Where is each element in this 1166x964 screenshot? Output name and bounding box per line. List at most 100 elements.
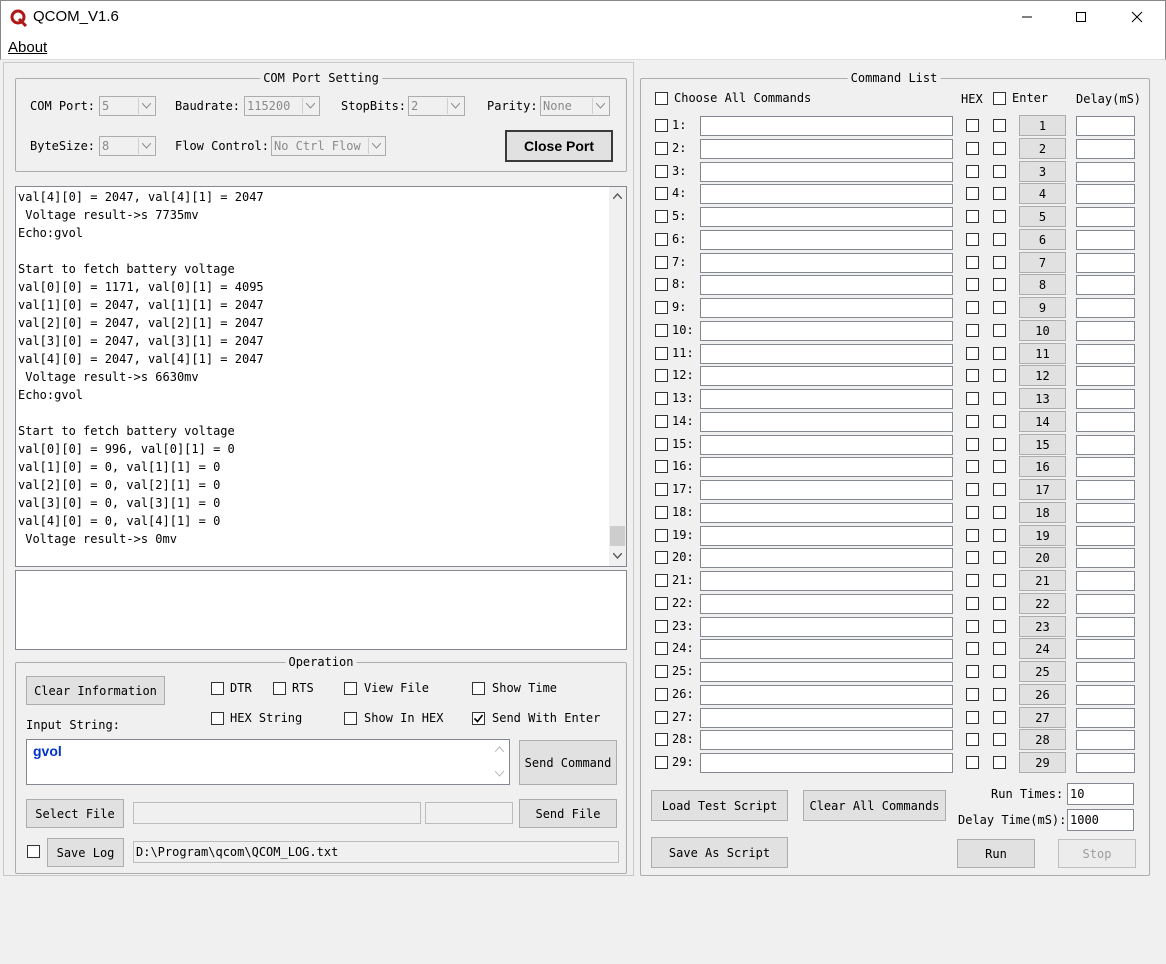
command-input[interactable]	[700, 753, 953, 773]
command-send-button[interactable]: 16	[1019, 456, 1066, 477]
command-enter-checkbox[interactable]	[993, 278, 1006, 291]
select-file-button[interactable]: Select File	[26, 799, 124, 828]
command-delay-input[interactable]	[1076, 526, 1135, 546]
command-row-checkbox[interactable]	[655, 506, 668, 519]
command-row-checkbox[interactable]	[655, 210, 668, 223]
command-input[interactable]	[700, 730, 953, 750]
save-as-script-button[interactable]: Save As Script	[651, 837, 788, 868]
command-enter-checkbox[interactable]	[993, 438, 1006, 451]
command-send-button[interactable]: 7	[1019, 252, 1066, 273]
command-delay-input[interactable]	[1076, 298, 1135, 318]
command-send-button[interactable]: 4	[1019, 183, 1066, 204]
command-input[interactable]	[700, 412, 953, 432]
command-input[interactable]	[700, 480, 953, 500]
command-enter-checkbox[interactable]	[993, 665, 1006, 678]
command-hex-checkbox[interactable]	[966, 551, 979, 564]
command-enter-checkbox[interactable]	[993, 119, 1006, 132]
command-enter-checkbox[interactable]	[993, 369, 1006, 382]
command-enter-checkbox[interactable]	[993, 688, 1006, 701]
scroll-up-icon[interactable]	[495, 746, 504, 752]
clear-all-commands-button[interactable]: Clear All Commands	[803, 790, 946, 821]
command-input[interactable]	[700, 366, 953, 386]
command-hex-checkbox[interactable]	[966, 642, 979, 655]
command-delay-input[interactable]	[1076, 344, 1135, 364]
command-row-checkbox[interactable]	[655, 324, 668, 337]
dtr-checkbox[interactable]	[211, 682, 224, 695]
command-enter-checkbox[interactable]	[993, 165, 1006, 178]
command-enter-checkbox[interactable]	[993, 210, 1006, 223]
command-send-button[interactable]: 15	[1019, 434, 1066, 455]
command-delay-input[interactable]	[1076, 230, 1135, 250]
command-delay-input[interactable]	[1076, 207, 1135, 227]
command-hex-checkbox[interactable]	[966, 347, 979, 360]
command-send-button[interactable]: 25	[1019, 661, 1066, 682]
command-send-button[interactable]: 21	[1019, 570, 1066, 591]
command-enter-checkbox[interactable]	[993, 347, 1006, 360]
command-row-checkbox[interactable]	[655, 165, 668, 178]
command-hex-checkbox[interactable]	[966, 620, 979, 633]
command-row-checkbox[interactable]	[655, 688, 668, 701]
command-row-checkbox[interactable]	[655, 551, 668, 564]
command-enter-checkbox[interactable]	[993, 529, 1006, 542]
command-send-button[interactable]: 22	[1019, 593, 1066, 614]
command-row-checkbox[interactable]	[655, 438, 668, 451]
command-hex-checkbox[interactable]	[966, 278, 979, 291]
command-send-button[interactable]: 14	[1019, 411, 1066, 432]
command-enter-checkbox[interactable]	[993, 506, 1006, 519]
scroll-down-icon[interactable]	[613, 553, 622, 559]
com-port-select[interactable]: 5	[99, 96, 156, 116]
command-send-button[interactable]: 13	[1019, 388, 1066, 409]
command-delay-input[interactable]	[1076, 639, 1135, 659]
show-in-hex-checkbox[interactable]	[344, 712, 357, 725]
enter-all-checkbox[interactable]	[993, 92, 1006, 105]
command-hex-checkbox[interactable]	[966, 187, 979, 200]
command-row-checkbox[interactable]	[655, 187, 668, 200]
command-enter-checkbox[interactable]	[993, 597, 1006, 610]
command-send-button[interactable]: 1	[1019, 115, 1066, 136]
command-hex-checkbox[interactable]	[966, 688, 979, 701]
log-path-field[interactable]: D:\Program\qcom\QCOM_LOG.txt	[133, 841, 619, 863]
command-row-checkbox[interactable]	[655, 278, 668, 291]
command-row-checkbox[interactable]	[655, 142, 668, 155]
scroll-thumb[interactable]	[610, 526, 625, 546]
baudrate-select[interactable]: 115200	[244, 96, 320, 116]
command-send-button[interactable]: 3	[1019, 161, 1066, 182]
command-input[interactable]	[700, 116, 953, 136]
command-delay-input[interactable]	[1076, 162, 1135, 182]
scroll-down-icon[interactable]	[495, 771, 504, 777]
command-enter-checkbox[interactable]	[993, 711, 1006, 724]
command-input[interactable]	[700, 526, 953, 546]
secondary-text-area[interactable]	[15, 570, 627, 650]
command-row-checkbox[interactable]	[655, 529, 668, 542]
command-send-button[interactable]: 29	[1019, 752, 1066, 773]
command-enter-checkbox[interactable]	[993, 392, 1006, 405]
command-hex-checkbox[interactable]	[966, 119, 979, 132]
run-button[interactable]: Run	[957, 839, 1035, 868]
close-window-button[interactable]	[1114, 1, 1160, 33]
command-hex-checkbox[interactable]	[966, 711, 979, 724]
command-enter-checkbox[interactable]	[993, 233, 1006, 246]
command-enter-checkbox[interactable]	[993, 642, 1006, 655]
command-delay-input[interactable]	[1076, 389, 1135, 409]
command-send-button[interactable]: 28	[1019, 729, 1066, 750]
command-send-button[interactable]: 26	[1019, 684, 1066, 705]
command-enter-checkbox[interactable]	[993, 256, 1006, 269]
command-enter-checkbox[interactable]	[993, 574, 1006, 587]
command-row-checkbox[interactable]	[655, 460, 668, 473]
command-hex-checkbox[interactable]	[966, 733, 979, 746]
command-enter-checkbox[interactable]	[993, 551, 1006, 564]
send-with-enter-checkbox[interactable]	[472, 712, 485, 725]
scroll-up-icon[interactable]	[613, 193, 622, 199]
command-enter-checkbox[interactable]	[993, 187, 1006, 200]
command-hex-checkbox[interactable]	[966, 506, 979, 519]
command-hex-checkbox[interactable]	[966, 574, 979, 587]
command-input[interactable]	[700, 503, 953, 523]
command-send-button[interactable]: 27	[1019, 707, 1066, 728]
command-row-checkbox[interactable]	[655, 347, 668, 360]
stop-button[interactable]: Stop	[1058, 839, 1136, 868]
command-row-checkbox[interactable]	[655, 597, 668, 610]
command-delay-input[interactable]	[1076, 435, 1135, 455]
command-input[interactable]	[700, 685, 953, 705]
bytesize-select[interactable]: 8	[99, 136, 156, 156]
command-input[interactable]	[700, 184, 953, 204]
